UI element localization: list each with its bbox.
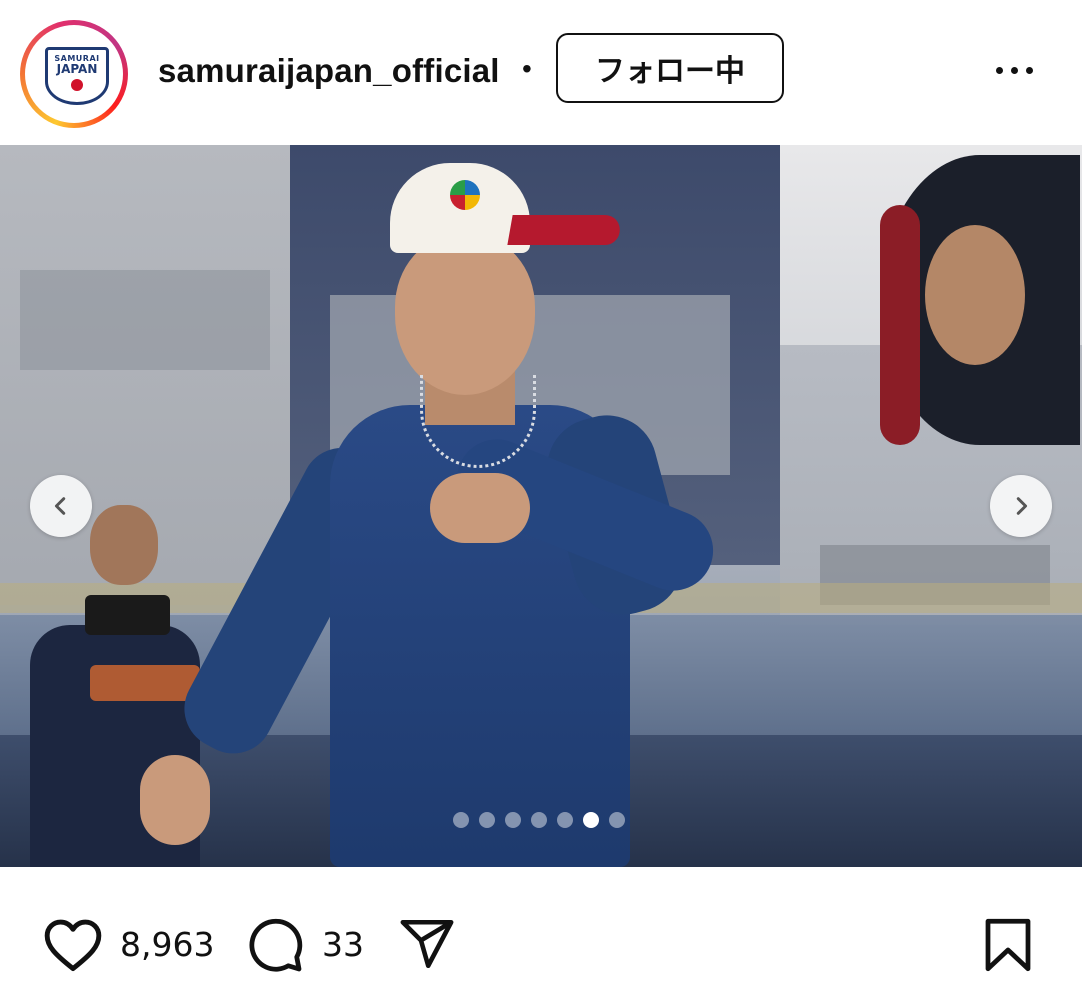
more-dot (1011, 66, 1018, 74)
player-left-hand (140, 755, 210, 845)
carousel-dot (453, 812, 469, 828)
separator-dot: • (522, 53, 532, 84)
more-dot (1026, 66, 1033, 74)
following-button[interactable]: フォロー中 (556, 33, 784, 103)
player-cap-brim (507, 215, 623, 245)
comment-icon[interactable] (244, 915, 306, 975)
carousel-dot (505, 812, 521, 828)
post-header: SAMURAI JAPAN samuraijapan_official • フォ… (0, 0, 1082, 145)
like-count[interactable]: 8,963 (120, 925, 214, 964)
player-right-hand (430, 473, 530, 543)
username-link[interactable]: samuraijapan_official (158, 52, 500, 90)
carousel-dot (479, 812, 495, 828)
player-head (395, 235, 535, 395)
glove-trim (880, 205, 920, 445)
carousel-dot (531, 812, 547, 828)
heart-icon[interactable] (42, 915, 104, 973)
chevron-left-icon (54, 497, 66, 515)
send-icon[interactable] (396, 915, 458, 973)
post-image[interactable] (0, 145, 1082, 867)
carousel-prev-button[interactable] (30, 475, 92, 537)
logo-main-text: JAPAN (56, 62, 98, 76)
bookmark-icon[interactable] (978, 915, 1038, 975)
chevron-right-icon (1016, 497, 1028, 515)
comment-count: 33 (322, 925, 364, 964)
samurai-japan-logo: SAMURAI JAPAN (45, 47, 109, 105)
carousel-dot (557, 812, 573, 828)
action-bar: 8,963 33 (0, 867, 1082, 987)
glove-hand (925, 225, 1025, 365)
avatar-inner: SAMURAI JAPAN (25, 25, 123, 123)
more-dot (996, 66, 1003, 74)
carousel-indicator (453, 812, 625, 828)
player (120, 155, 740, 867)
more-options-icon[interactable] (996, 55, 1042, 85)
wbc-logo-icon (450, 180, 480, 210)
carousel-dot-active (583, 812, 599, 828)
carousel-next-button[interactable] (990, 475, 1052, 537)
carousel-dot (609, 812, 625, 828)
avatar[interactable]: SAMURAI JAPAN (20, 20, 128, 128)
logo-sun-dot (71, 79, 83, 91)
